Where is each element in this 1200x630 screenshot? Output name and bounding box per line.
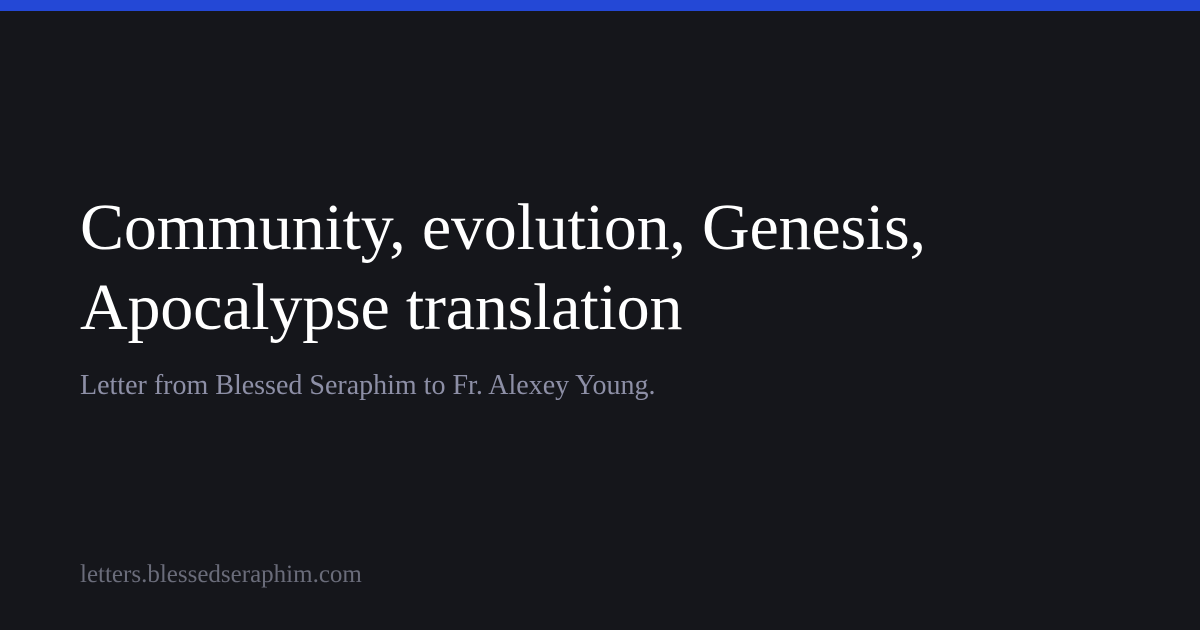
page-title: Community, evolution, Genesis, Apocalyps… [80,191,926,344]
page-subtitle: Letter from Blessed Seraphim to Fr. Alex… [80,370,656,401]
site-url: letters.blessedseraphim.com [80,561,362,588]
accent-bar [0,0,1200,11]
